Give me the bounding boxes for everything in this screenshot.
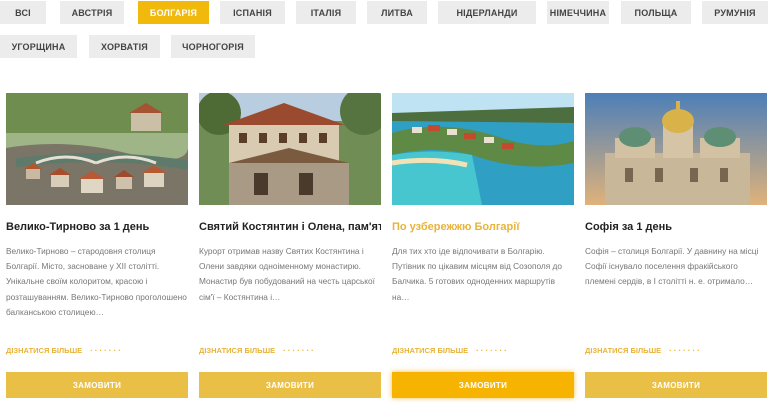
- dots-arrow-icon: ·······: [283, 346, 316, 355]
- read-more-link[interactable]: ДІЗНАТИСЯ БІЛЬШЕ ·······: [392, 346, 509, 355]
- tour-card: Велико-Тирново за 1 день Велико-Тирново …: [6, 93, 188, 402]
- filter-austria[interactable]: АВСТРІЯ: [60, 1, 124, 24]
- filter-romania[interactable]: РУМУНІЯ: [702, 1, 768, 24]
- filter-netherlands[interactable]: НІДЕРЛАНДИ: [438, 1, 536, 24]
- filter-bulgaria[interactable]: БОЛГАРІЯ: [138, 1, 209, 24]
- filter-poland[interactable]: ПОЛЬЩА: [621, 1, 691, 24]
- tour-title[interactable]: Софія за 1 день: [585, 221, 767, 233]
- tour-card: Святий Костянтин і Олена, пам'ятки Курор…: [199, 93, 381, 402]
- order-button[interactable]: ЗАМОВИТИ: [585, 372, 767, 398]
- filter-spain[interactable]: ІСПАНІЯ: [220, 1, 285, 24]
- dots-arrow-icon: ·······: [476, 346, 509, 355]
- tour-description: Для тих хто іде відпочивати в Болгарію. …: [392, 246, 563, 302]
- filter-germany[interactable]: НІМЕЧЧИНА: [547, 1, 609, 24]
- tour-title[interactable]: Велико-Тирново за 1 день: [6, 221, 188, 233]
- filter-hungary[interactable]: УГОРЩИНА: [0, 35, 77, 58]
- tour-description: Софія – столиця Болгарії. У давнину на м…: [585, 246, 759, 287]
- dots-arrow-icon: ·······: [669, 346, 702, 355]
- read-more-label: ДІЗНАТИСЯ БІЛЬШЕ: [585, 346, 662, 355]
- tour-description: Велико-Тирново – стародовня столиця Болг…: [6, 246, 187, 317]
- read-more-link[interactable]: ДІЗНАТИСЯ БІЛЬШЕ ·······: [6, 346, 123, 355]
- tour-description: Курорт отримав назву Святих Костянтина і…: [199, 246, 375, 302]
- tour-title[interactable]: По узбережжю Болгарії: [392, 221, 574, 233]
- cathedral-photo[interactable]: [585, 93, 767, 205]
- coast-resort-photo[interactable]: [392, 93, 574, 205]
- monastery-photo[interactable]: [199, 93, 381, 205]
- filter-all[interactable]: ВСІ: [0, 1, 46, 24]
- dots-arrow-icon: ·······: [90, 346, 123, 355]
- order-button[interactable]: ЗАМОВИТИ: [6, 372, 188, 398]
- filter-croatia[interactable]: ХОРВАТІЯ: [89, 35, 160, 58]
- town-bridge-photo[interactable]: [6, 93, 188, 205]
- tour-card: Софія за 1 день Софія – столиця Болгарії…: [585, 93, 767, 402]
- country-filter-bar: ВСІ АВСТРІЯ БОЛГАРІЯ ІСПАНІЯ ІТАЛІЯ ЛИТВ…: [0, 0, 768, 62]
- read-more-label: ДІЗНАТИСЯ БІЛЬШЕ: [392, 346, 469, 355]
- order-button[interactable]: ЗАМОВИТИ: [199, 372, 381, 398]
- tour-title[interactable]: Святий Костянтин і Олена, пам'ятки: [199, 221, 381, 233]
- order-button[interactable]: ЗАМОВИТИ: [392, 372, 574, 398]
- read-more-label: ДІЗНАТИСЯ БІЛЬШЕ: [199, 346, 276, 355]
- tour-card: По узбережжю Болгарії Для тих хто іде ві…: [392, 93, 574, 402]
- filter-montenegro[interactable]: ЧОРНОГОРІЯ: [171, 35, 255, 58]
- read-more-label: ДІЗНАТИСЯ БІЛЬШЕ: [6, 346, 83, 355]
- filter-italy[interactable]: ІТАЛІЯ: [296, 1, 356, 24]
- filter-lithuania[interactable]: ЛИТВА: [367, 1, 427, 24]
- read-more-link[interactable]: ДІЗНАТИСЯ БІЛЬШЕ ·······: [585, 346, 702, 355]
- read-more-link[interactable]: ДІЗНАТИСЯ БІЛЬШЕ ·······: [199, 346, 316, 355]
